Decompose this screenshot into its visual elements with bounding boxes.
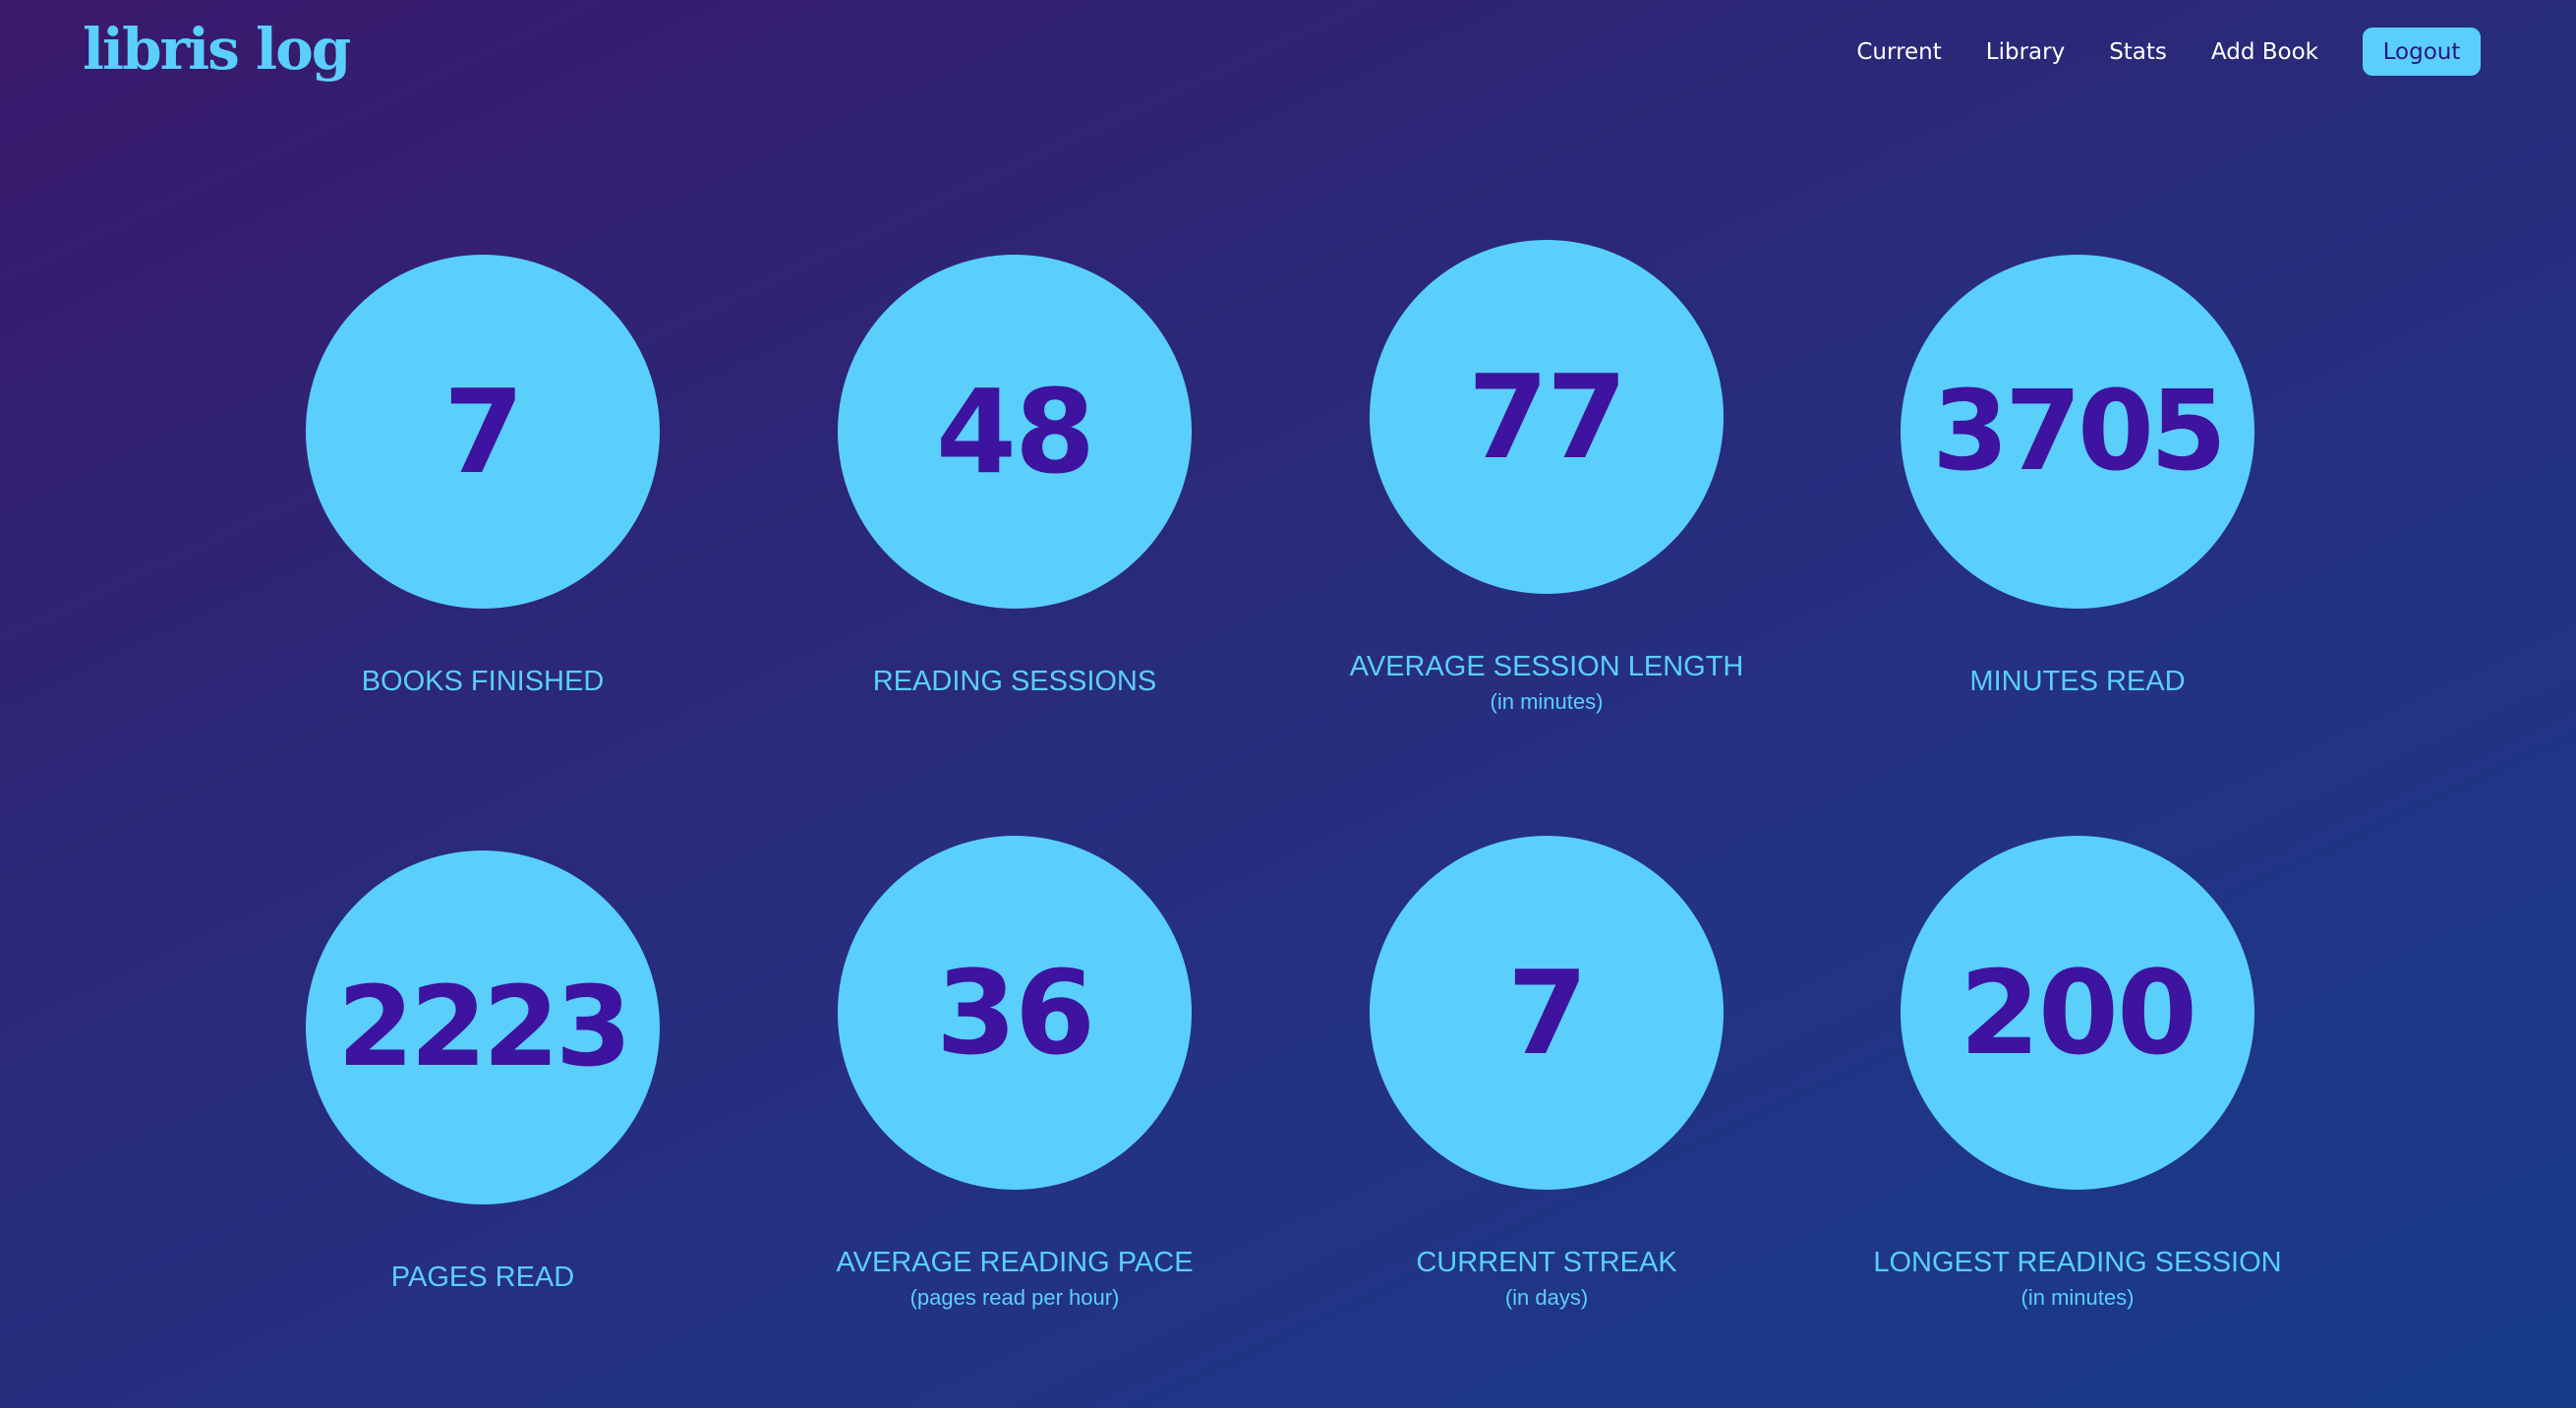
stat-books-finished: 7 BOOKS FINISHED — [227, 255, 738, 698]
stat-circle: 7 — [1370, 836, 1724, 1190]
nav-add-book[interactable]: Add Book — [2211, 39, 2318, 65]
stat-current-streak: 7 CURRENT STREAK (in days) — [1291, 836, 1802, 1311]
stat-value: 48 — [935, 364, 1095, 499]
stat-label: PAGES READ — [390, 1261, 575, 1293]
stat-sublabel: (pages read per hour) — [909, 1285, 1120, 1310]
stat-average-reading-pace: 36 AVERAGE READING PACE (pages read per … — [759, 836, 1270, 1311]
nav-library[interactable]: Library — [1986, 39, 2065, 65]
stat-circle: 2223 — [306, 851, 660, 1204]
stat-value: 3705 — [1932, 368, 2227, 496]
stat-reading-sessions: 48 READING SESSIONS — [759, 255, 1270, 698]
stat-longest-reading-session: 200 LONGEST READING SESSION (in minutes) — [1822, 836, 2333, 1311]
logout-button[interactable]: Logout — [2363, 28, 2481, 76]
stat-circle: 36 — [838, 836, 1192, 1190]
stat-circle: 7 — [306, 255, 660, 609]
stat-circle: 48 — [838, 255, 1192, 609]
stat-average-session-length: 77 AVERAGE SESSION LENGTH (in minutes) — [1291, 240, 1802, 715]
stat-value: 77 — [1467, 349, 1627, 485]
stat-label: CURRENT STREAK — [1416, 1247, 1677, 1278]
stat-label: BOOKS FINISHED — [361, 666, 605, 697]
stat-value: 36 — [935, 945, 1095, 1081]
nav-current[interactable]: Current — [1856, 39, 1941, 65]
stat-label: AVERAGE SESSION LENGTH — [1349, 651, 1744, 682]
stat-circle: 200 — [1901, 836, 2254, 1190]
stat-label: MINUTES READ — [1969, 666, 2186, 697]
stat-value: 2223 — [337, 964, 632, 1091]
stat-minutes-read: 3705 MINUTES READ — [1822, 255, 2333, 698]
stat-value: 7 — [1506, 945, 1588, 1081]
stat-label: READING SESSIONS — [872, 666, 1157, 697]
main-nav: Current Library Stats Add Book Logout — [1856, 28, 2481, 76]
stat-sublabel: (in minutes) — [1490, 689, 1604, 714]
stat-value: 7 — [442, 364, 524, 499]
stat-sublabel: (in days) — [1504, 1285, 1589, 1310]
stat-sublabel: (in minutes) — [2020, 1285, 2135, 1310]
nav-stats[interactable]: Stats — [2109, 39, 2167, 65]
stat-pages-read: 2223 PAGES READ — [227, 851, 738, 1294]
stat-value: 200 — [1959, 945, 2197, 1081]
stat-circle: 3705 — [1901, 255, 2254, 609]
stat-circle: 77 — [1370, 240, 1724, 594]
stat-label: AVERAGE READING PACE — [836, 1247, 1194, 1278]
stat-label: LONGEST READING SESSION — [1873, 1247, 2282, 1278]
app-logo[interactable]: libris log — [83, 16, 351, 83]
